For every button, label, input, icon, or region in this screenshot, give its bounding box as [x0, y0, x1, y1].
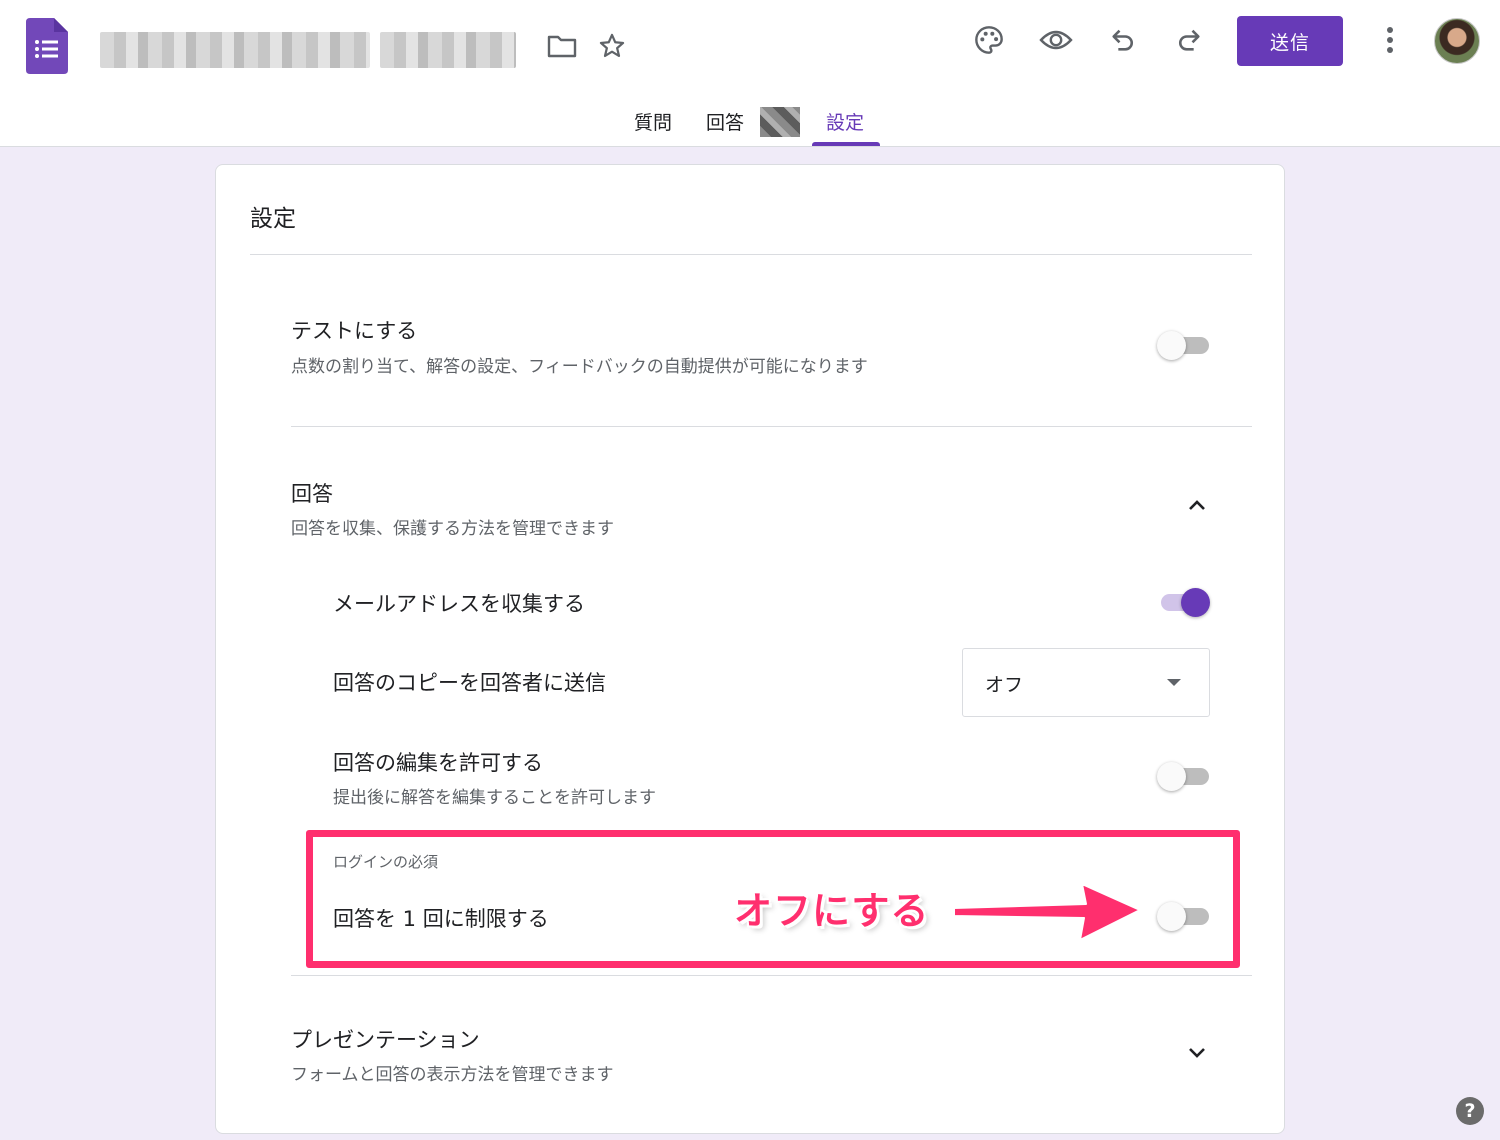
undo-icon[interactable]	[1101, 18, 1145, 62]
allow-edit-toggle[interactable]	[1157, 761, 1211, 791]
star-icon[interactable]	[590, 24, 634, 68]
settings-card: 設定 テストにする 点数の割り当て、解答の設定、フィードバックの自動提供が可能に…	[215, 164, 1285, 1134]
send-copy-dropdown[interactable]: オフ	[962, 648, 1210, 717]
toggle-knob	[1157, 762, 1186, 791]
responses-title: 回答	[291, 482, 333, 506]
allow-edit-label: 回答の編集を許可する	[333, 751, 543, 775]
tab-questions[interactable]: 質問	[634, 108, 672, 135]
annotation-text: オフにする	[734, 889, 930, 933]
send-copy-value: オフ	[985, 674, 1024, 696]
form-title-redacted-2[interactable]	[380, 32, 516, 68]
move-folder-icon[interactable]	[540, 24, 584, 68]
quiz-description: 点数の割り当て、解答の設定、フィードバックの自動提供が可能になります	[291, 357, 868, 377]
redo-icon[interactable]	[1167, 18, 1211, 62]
quiz-title: テストにする	[291, 319, 418, 343]
preview-eye-icon[interactable]	[1034, 18, 1078, 62]
dropdown-arrow-icon	[1167, 679, 1181, 686]
account-avatar[interactable]	[1434, 18, 1480, 64]
presentation-title: プレゼンテーション	[291, 1028, 480, 1052]
collect-email-toggle[interactable]	[1157, 587, 1211, 617]
title-divider	[250, 254, 1252, 255]
tab-settings[interactable]: 設定	[826, 108, 864, 135]
palette-icon[interactable]	[967, 18, 1011, 62]
allow-edit-description: 提出後に解答を編集することを許可します	[333, 788, 656, 808]
chevron-down-icon[interactable]	[1185, 1040, 1209, 1064]
annotation-arrow-icon	[953, 883, 1141, 941]
chevron-up-icon[interactable]	[1185, 494, 1209, 518]
response-count-badge-redacted	[760, 107, 800, 137]
send-button[interactable]: 送信	[1237, 16, 1343, 66]
google-forms-logo-icon[interactable]	[26, 18, 68, 74]
more-options-icon[interactable]	[1368, 18, 1412, 62]
send-copy-label: 回答のコピーを回答者に送信	[333, 671, 606, 695]
presentation-description: フォームと回答の表示方法を管理できます	[291, 1065, 614, 1085]
tab-responses[interactable]: 回答	[706, 108, 744, 135]
active-tab-indicator	[812, 142, 880, 146]
responses-description: 回答を収集、保護する方法を管理できます	[291, 519, 614, 539]
app-header: 送信 質問 回答 設定	[0, 0, 1500, 147]
help-icon[interactable]: ?	[1456, 1097, 1484, 1125]
quiz-toggle[interactable]	[1157, 330, 1211, 360]
form-tabs: 質問 回答 設定	[0, 100, 1500, 147]
collect-email-label: メールアドレスを収集する	[333, 592, 585, 616]
form-title-redacted[interactable]	[100, 32, 370, 68]
quiz-divider	[291, 426, 1252, 427]
responses-divider	[291, 975, 1252, 976]
toggle-knob	[1181, 588, 1210, 617]
settings-title: 設定	[250, 206, 296, 232]
toggle-knob	[1157, 331, 1186, 360]
